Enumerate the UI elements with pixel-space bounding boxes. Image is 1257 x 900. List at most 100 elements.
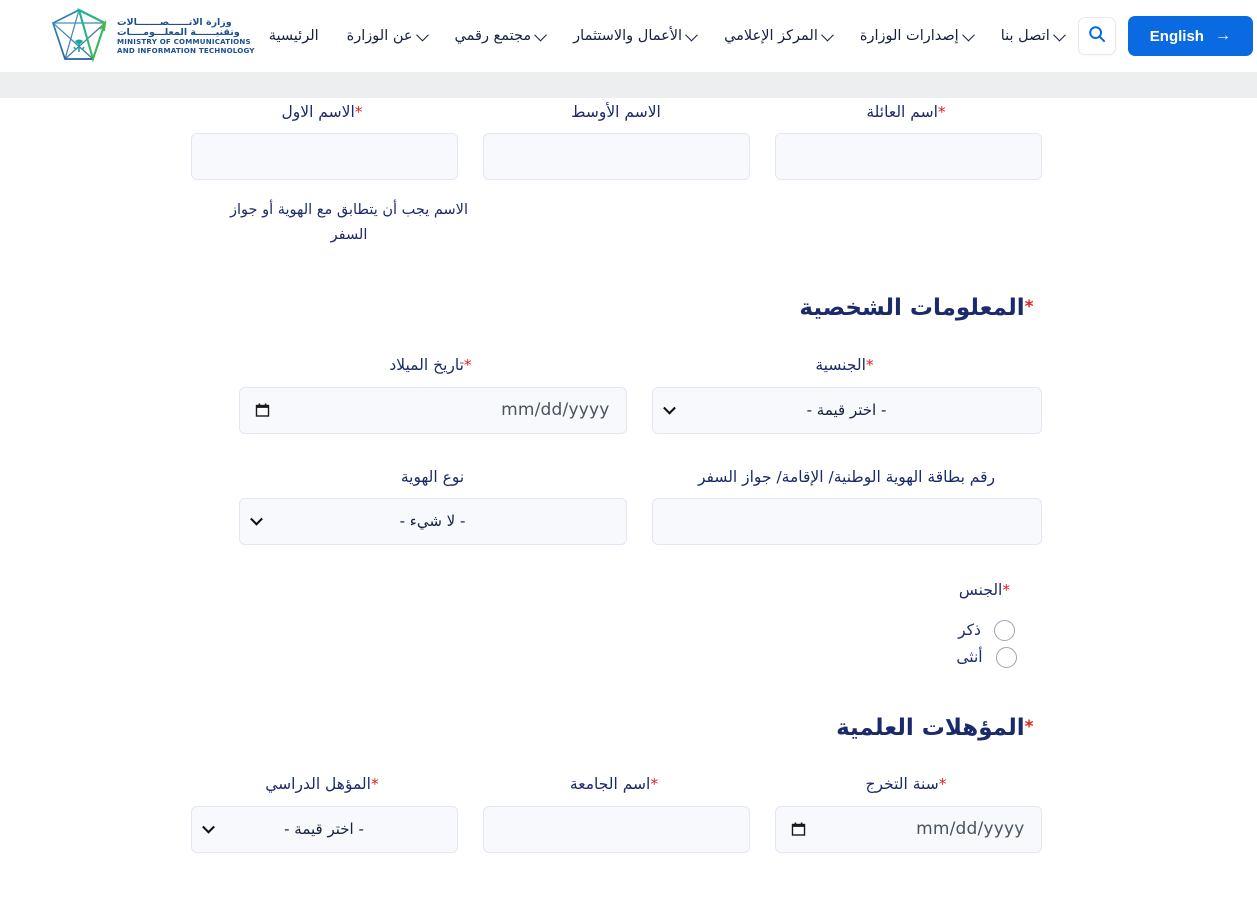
id-number-field-group: رقم بطاقة الهوية الوطنية/ الإقامة/ جواز …	[651, 467, 1042, 545]
nationality-label: *الجنسية	[652, 355, 1042, 375]
required-asterisk: *	[938, 775, 947, 794]
personal-section-title-row: *المعلومات الشخصية	[216, 295, 1042, 323]
logo-english-line-1: MINISTRY OF COMMUNICATIONS	[117, 37, 251, 47]
label-text: اسم الجامعة	[569, 775, 651, 794]
search-button[interactable]	[1077, 17, 1116, 55]
middle-name-field-group: الاسم الأوسط	[482, 102, 750, 181]
required-asterisk: *	[1024, 716, 1034, 737]
family-name-label: *اسم العائلة	[775, 102, 1042, 122]
nav-item-media-center[interactable]: المركز الإعلامي	[710, 16, 846, 56]
gender-row: *الجنس ذكر أنثى	[216, 580, 1042, 668]
graduation-year-field-group: *سنة التخرج mm/dd/yyyy	[774, 774, 1042, 853]
label-text: الجنس	[958, 580, 1003, 599]
main-navigation: الرئيسية عن الوزارة مجتمع رقمي الأعمال و…	[255, 16, 1078, 56]
section-title-text: المعلومات الشخصية	[799, 294, 1025, 321]
first-name-field-group: *الاسم الاول	[190, 102, 458, 181]
site-header: وزارة الاتــــــصـــــــالات وتقنيــــــ…	[0, 0, 1257, 72]
page-body: *اسم العائلة الاسم الأوسط *الاسم الاول ا…	[0, 98, 1257, 900]
personal-section-title: *المعلومات الشخصية	[799, 295, 1041, 323]
required-asterisk: *	[370, 775, 379, 794]
degree-select[interactable]: - اختر قيمة -	[190, 805, 458, 853]
first-name-input[interactable]	[190, 133, 458, 181]
label-text: سنة التخرج	[865, 775, 939, 794]
id-type-select[interactable]: - لا شيء -	[238, 497, 627, 545]
id-number-input[interactable]	[651, 497, 1042, 545]
nationality-selected-value: - اختر قيمة -	[806, 401, 887, 420]
education-section-title-row: *المؤهلات العلمية	[216, 715, 1042, 743]
chevron-down-icon	[534, 28, 548, 41]
label-text: الاسم الاول	[281, 103, 355, 121]
radio-icon[interactable]	[993, 619, 1015, 641]
education-section-title: *المؤهلات العلمية	[836, 715, 1041, 743]
middle-name-input[interactable]	[482, 133, 750, 181]
section-title-text: المؤهلات العلمية	[836, 714, 1025, 741]
id-type-label: نوع الهوية	[400, 467, 465, 486]
family-name-field-group: *اسم العائلة	[774, 102, 1042, 181]
site-logo[interactable]: وزارة الاتــــــصـــــــالات وتقنيــــــ…	[48, 7, 255, 65]
nav-item-contact-us[interactable]: اتصل بنا	[987, 16, 1078, 56]
graduation-year-label: *سنة التخرج	[775, 774, 1042, 794]
name-fields-row: *اسم العائلة الاسم الأوسط *الاسم الاول	[190, 102, 1042, 181]
nationality-select[interactable]: - اختر قيمة -	[651, 386, 1042, 434]
calendar-icon[interactable]	[255, 403, 270, 418]
arrow-right-icon: →	[1214, 27, 1231, 44]
degree-field-group: *المؤهل الدراسي - اختر قيمة -	[190, 774, 458, 853]
label-text: المؤهل الدراسي	[265, 775, 371, 794]
chevron-down-icon	[685, 28, 698, 41]
calendar-icon[interactable]	[791, 822, 806, 837]
registration-form: *اسم العائلة الاسم الأوسط *الاسم الاول ا…	[190, 98, 1042, 853]
nav-item-home[interactable]: الرئيسية	[255, 16, 333, 56]
label-text: اسم العائلة	[866, 103, 938, 121]
required-asterisk: *	[1024, 296, 1034, 317]
degree-label: *المؤهل الدراسي	[191, 774, 458, 794]
language-switch-button[interactable]: English →	[1127, 16, 1253, 56]
gender-label: *الجنس	[932, 580, 1042, 600]
nav-item-label: الأعمال والاستثمار	[573, 28, 683, 44]
family-name-input[interactable]	[774, 133, 1042, 181]
graduation-year-value: mm/dd/yyyy	[916, 819, 1025, 840]
name-help-row: الاسم يجب أن يتطابق مع الهوية أو جواز ال…	[216, 180, 1042, 247]
nav-item-label: الرئيسية	[268, 28, 319, 44]
nav-item-business-investment[interactable]: الأعمال والاستثمار	[559, 16, 710, 56]
nav-item-label: مجتمع رقمي	[454, 28, 532, 44]
identity-row: رقم بطاقة الهوية الوطنية/ الإقامة/ جواز …	[216, 467, 1042, 545]
birthdate-value: mm/dd/yyyy	[501, 400, 610, 421]
id-type-field-group: نوع الهوية - لا شيء -	[238, 467, 627, 545]
chevron-down-icon	[821, 28, 834, 41]
mcit-logo-icon	[48, 7, 110, 65]
required-asterisk: *	[650, 775, 659, 794]
label-text: الجنسية	[815, 356, 866, 375]
radio-icon[interactable]	[995, 646, 1017, 668]
chevron-down-icon	[662, 401, 676, 415]
required-asterisk: *	[354, 103, 363, 121]
nav-item-label: عن الوزارة	[346, 28, 413, 44]
nav-item-ministry-publications[interactable]: إصدارات الوزارة	[846, 16, 987, 56]
logo-arabic-line-2: وتقنيــــــة المعلـــومــــات	[117, 26, 240, 38]
id-number-label: رقم بطاقة الهوية الوطنية/ الإقامة/ جواز …	[697, 467, 996, 486]
nav-item-label: اتصل بنا	[1000, 28, 1050, 44]
required-asterisk: *	[937, 103, 946, 121]
university-input[interactable]	[482, 805, 750, 853]
id-type-selected-value: - لا شيء -	[399, 512, 466, 531]
gender-field-group: *الجنس ذكر أنثى	[932, 580, 1042, 668]
nav-item-digital-society[interactable]: مجتمع رقمي	[441, 16, 560, 56]
chevron-down-icon	[961, 28, 975, 41]
birthdate-input[interactable]: mm/dd/yyyy	[238, 386, 627, 434]
university-label: *اسم الجامعة	[483, 774, 750, 794]
nav-item-label: المركز الإعلامي	[724, 28, 818, 44]
nav-item-about-ministry[interactable]: عن الوزارة	[333, 16, 441, 56]
education-fields-row: *سنة التخرج mm/dd/yyyy *اسم الجامعة *الم…	[190, 774, 1042, 853]
first-name-label: *الاسم الاول	[191, 102, 458, 122]
chevron-down-icon	[1052, 28, 1066, 41]
graduation-year-input[interactable]: mm/dd/yyyy	[774, 805, 1042, 853]
chevron-down-icon	[415, 28, 429, 41]
chevron-down-icon	[201, 820, 215, 834]
required-asterisk: *	[865, 356, 874, 375]
language-switch-label: English	[1149, 27, 1204, 45]
gender-option-male[interactable]: ذكر	[958, 619, 1015, 641]
birthdate-nationality-row: *الجنسية - اختر قيمة - *تاريخ الميلاد mm…	[216, 355, 1042, 434]
gender-option-label: أنثى	[956, 648, 983, 667]
gender-option-female[interactable]: أنثى	[956, 646, 1017, 668]
chevron-down-icon	[249, 513, 263, 526]
degree-selected-value: - اختر قيمة -	[284, 820, 364, 839]
